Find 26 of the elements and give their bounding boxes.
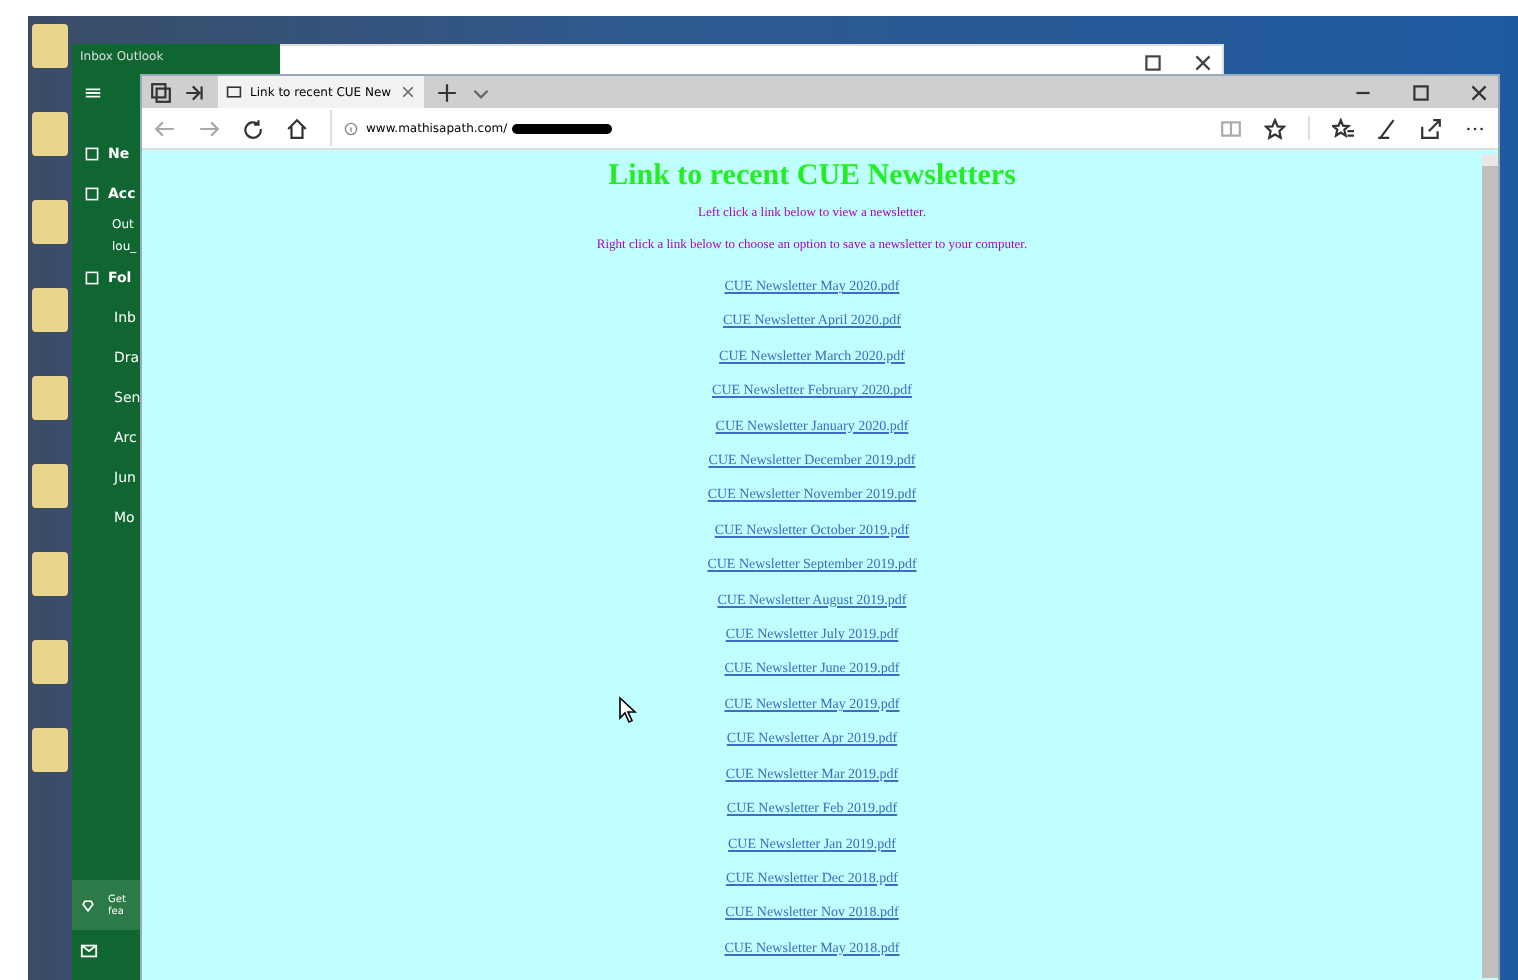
close-icon[interactable] (399, 84, 416, 100)
maximize-icon[interactable] (1142, 52, 1164, 74)
home-icon[interactable] (286, 117, 308, 139)
new-tab-icon[interactable] (435, 81, 458, 103)
menu-icon[interactable] (84, 84, 102, 102)
scrollbar[interactable] (1482, 154, 1498, 978)
share-icon[interactable] (1420, 117, 1442, 139)
mail-icon[interactable] (80, 942, 98, 960)
nav-icon (84, 146, 100, 162)
close-icon[interactable] (1468, 81, 1490, 103)
maximize-icon[interactable] (1410, 81, 1432, 103)
refresh-icon[interactable] (242, 117, 264, 139)
close-icon[interactable] (1192, 52, 1214, 74)
page-title: Link to recent CUE Newsletters (608, 160, 1016, 194)
page-icon (226, 84, 242, 100)
nav-icon (84, 270, 100, 286)
diamond-icon (80, 897, 96, 913)
favorites-icon[interactable] (1332, 117, 1354, 139)
star-icon[interactable] (1264, 117, 1286, 139)
redaction-mark (511, 123, 612, 133)
mouse-cursor-icon (618, 696, 638, 724)
info-icon (344, 121, 358, 135)
nav-icon (84, 186, 100, 202)
tabs-icon[interactable] (150, 81, 172, 103)
tab-aside-icon[interactable] (184, 81, 206, 103)
pen-icon[interactable] (1376, 117, 1398, 139)
